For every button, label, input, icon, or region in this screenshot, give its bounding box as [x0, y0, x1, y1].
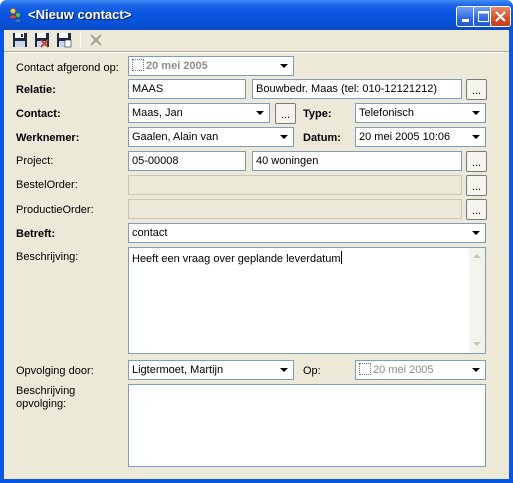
chevron-down-icon[interactable]: [468, 224, 485, 242]
toolbar-separator: [80, 32, 81, 48]
werknemer-select[interactable]: Gaalen, Alain van: [128, 127, 294, 147]
betreft-label: Betreft:: [16, 228, 56, 240]
contact-label: Contact:: [16, 108, 61, 120]
werknemer-label: Werknemer:: [16, 132, 80, 144]
close-button[interactable]: [490, 6, 511, 27]
contact-select[interactable]: Maas, Jan: [128, 103, 270, 123]
contact-window: <Nieuw contact> Contact afgerond op: 20 …: [0, 0, 513, 483]
datum-label: Datum:: [303, 132, 341, 144]
type-select[interactable]: Telefonisch: [355, 103, 486, 123]
datum-value: 20 mei 2005 10:06: [359, 131, 451, 143]
beschrijving-value: Heeft een vraag over geplande leverdatum: [132, 253, 341, 265]
relatie-code-input[interactable]: MAAS: [128, 79, 246, 99]
opvolging-door-value: Ligtermoet, Martijn: [132, 364, 224, 376]
op-value: 20 mei 2005: [373, 364, 434, 376]
bestelorder-label: BestelOrder:: [16, 179, 78, 191]
bestelorder-browse-button[interactable]: ...: [466, 175, 487, 196]
toolbar: [4, 30, 509, 50]
toolbar-divider: [4, 51, 509, 53]
chevron-down-icon[interactable]: [468, 128, 485, 146]
productieorder-label: ProductieOrder:: [16, 204, 94, 216]
scroll-up-icon[interactable]: [469, 248, 485, 265]
project-name-input[interactable]: 40 woningen: [252, 151, 462, 171]
contact-app-icon: [8, 8, 23, 23]
type-label: Type:: [303, 108, 332, 120]
type-value: Telefonisch: [359, 107, 415, 119]
contact-afgerond-value: 20 mei 2005: [146, 60, 208, 72]
title-bar[interactable]: <Nieuw contact>: [0, 0, 513, 30]
contact-value: Maas, Jan: [132, 107, 183, 119]
opvolging-door-label: Opvolging door:: [16, 365, 94, 377]
contact-afgerond-date-picker[interactable]: 20 mei 2005: [128, 56, 294, 76]
chevron-down-icon[interactable]: [276, 128, 293, 146]
beschrijving-opvolging-textarea[interactable]: [128, 384, 486, 467]
contact-afgerond-label: Contact afgerond op:: [16, 62, 119, 74]
project-label: Project:: [16, 155, 54, 167]
werknemer-value: Gaalen, Alain van: [132, 131, 219, 143]
chevron-down-icon[interactable]: [468, 104, 485, 122]
op-date-picker[interactable]: 20 mei 2005: [355, 360, 486, 380]
chevron-down-icon[interactable]: [252, 104, 269, 122]
contact-browse-button[interactable]: ...: [275, 103, 296, 124]
delete-icon[interactable]: [88, 32, 104, 48]
datum-date-picker[interactable]: 20 mei 2005 10:06: [355, 127, 486, 147]
productieorder-browse-button[interactable]: ...: [466, 199, 487, 220]
op-checkbox[interactable]: [359, 363, 371, 375]
beschrijving-scrollbar[interactable]: [469, 248, 485, 353]
chevron-down-icon[interactable]: [468, 361, 485, 379]
betreft-select[interactable]: contact: [128, 223, 486, 243]
opvolging-door-select[interactable]: Ligtermoet, Martijn: [128, 360, 294, 380]
bestelorder-input[interactable]: [128, 175, 462, 195]
text-caret: [340, 251, 342, 264]
project-code-input[interactable]: 05-00008: [128, 151, 246, 171]
scroll-down-icon[interactable]: [469, 336, 485, 353]
chevron-down-icon[interactable]: [276, 361, 293, 379]
beschrijving-opvolging-label-1: Beschrijving: [16, 385, 76, 397]
dialog-body: Contact afgerond op: 20 mei 2005 Relatie…: [4, 30, 509, 479]
relatie-label: Relatie:: [16, 84, 56, 96]
save-icon[interactable]: [12, 32, 28, 48]
close-icon: [495, 11, 506, 22]
betreft-value: contact: [132, 227, 168, 239]
window-title: <Nieuw contact>: [28, 7, 132, 22]
op-label: Op:: [303, 365, 321, 377]
chevron-down-icon[interactable]: [276, 57, 293, 75]
beschrijving-opvolging-label-2: opvolging:: [16, 398, 67, 410]
relatie-name-input[interactable]: Bouwbedr. Maas (tel: 010-12121212): [252, 79, 462, 99]
beschrijving-label: Beschrijving:: [16, 251, 79, 263]
contact-afgerond-checkbox[interactable]: [132, 59, 144, 71]
productieorder-input[interactable]: [128, 199, 462, 219]
beschrijving-textarea[interactable]: Heeft een vraag over geplande leverdatum: [128, 247, 486, 354]
project-browse-button[interactable]: ...: [466, 151, 487, 172]
save-new-icon[interactable]: [56, 32, 72, 48]
relatie-browse-button[interactable]: ...: [466, 79, 487, 100]
save-close-icon[interactable]: [34, 32, 50, 48]
